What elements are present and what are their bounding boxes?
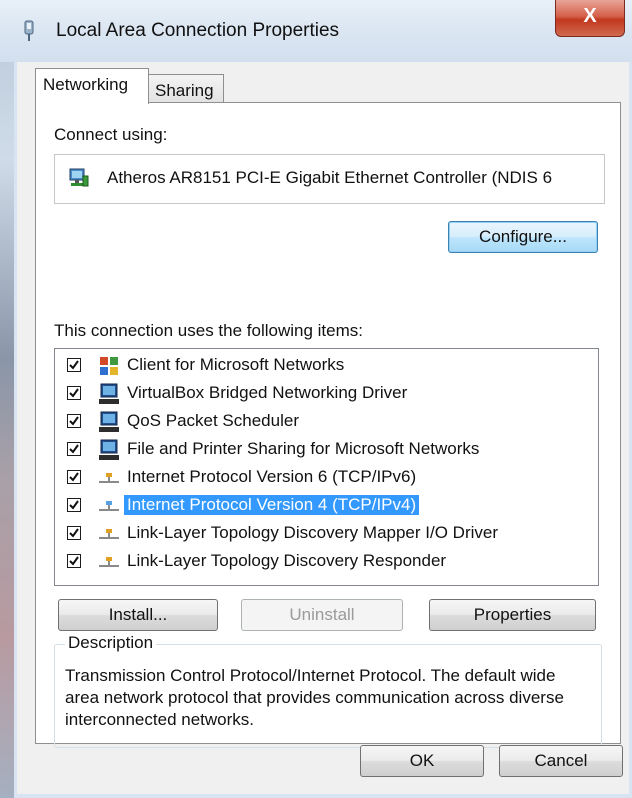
adapter-name: Atheros AR8151 PCI-E Gigabit Ethernet Co… — [107, 168, 553, 187]
item-checkbox[interactable] — [67, 442, 81, 456]
description-text: Transmission Control Protocol/Internet P… — [65, 666, 564, 729]
ok-button[interactable]: OK — [360, 745, 484, 777]
uninstall-button[interactable]: Uninstall — [241, 599, 403, 631]
description-legend: Description — [65, 633, 157, 653]
properties-window: Local Area Connection Properties X Netwo… — [0, 0, 632, 798]
protocol-icon — [99, 529, 119, 539]
item-checkbox[interactable] — [67, 554, 81, 568]
protocol-icon — [99, 473, 119, 483]
item-label: File and Printer Sharing for Microsoft N… — [127, 439, 480, 458]
title-bar[interactable]: Local Area Connection Properties X — [0, 0, 632, 62]
dialog-client-area: Networking Sharing Connect using: Athero… — [17, 62, 629, 794]
item-label: Client for Microsoft Networks — [127, 355, 345, 374]
list-item[interactable]: File and Printer Sharing for Microsoft N… — [55, 436, 598, 463]
item-label: VirtualBox Bridged Networking Driver — [127, 383, 408, 402]
list-item[interactable]: VirtualBox Bridged Networking Driver — [55, 380, 598, 407]
tab-sharing[interactable]: Sharing — [148, 74, 224, 103]
properties-button[interactable]: Properties — [429, 599, 596, 631]
item-checkbox[interactable] — [67, 414, 81, 428]
list-item[interactable]: Client for Microsoft Networks — [55, 352, 598, 379]
background-edge — [0, 0, 14, 798]
network-client-icon — [100, 357, 118, 375]
list-item-selected[interactable]: Internet Protocol Version 4 (TCP/IPv4) — [55, 492, 598, 519]
item-label: Internet Protocol Version 4 (TCP/IPv4) — [124, 495, 420, 515]
configure-button[interactable]: Configure... — [448, 221, 598, 253]
network-adapter-icon — [69, 168, 89, 187]
item-checkbox[interactable] — [67, 498, 81, 512]
description-group: Description Transmission Control Protoco… — [54, 633, 602, 748]
network-service-icon — [99, 383, 119, 404]
tab-networking[interactable]: Networking — [35, 68, 149, 104]
item-checkbox[interactable] — [67, 526, 81, 540]
item-checkbox[interactable] — [67, 386, 81, 400]
item-label: Internet Protocol Version 6 (TCP/IPv6) — [127, 467, 417, 486]
item-label: QoS Packet Scheduler — [127, 411, 299, 430]
components-list[interactable]: Client for Microsoft Networks VirtualBox… — [54, 348, 599, 586]
list-item[interactable]: Link-Layer Topology Discovery Mapper I/O… — [55, 520, 598, 547]
network-service-icon — [99, 439, 119, 460]
install-button[interactable]: Install... — [58, 599, 218, 631]
list-item[interactable]: Internet Protocol Version 6 (TCP/IPv6) — [55, 464, 598, 491]
connect-using-label: Connect using: — [54, 125, 168, 144]
network-adapter-icon — [24, 20, 34, 41]
close-button[interactable]: X — [555, 0, 625, 37]
items-label: This connection uses the following items… — [54, 321, 363, 340]
item-checkbox[interactable] — [67, 358, 81, 372]
list-item[interactable]: Link-Layer Topology Discovery Responder — [55, 548, 598, 575]
protocol-icon — [99, 557, 119, 567]
networking-panel: Connect using: Atheros AR8151 PCI-E Giga… — [35, 102, 621, 748]
window-title: Local Area Connection Properties — [56, 20, 340, 41]
cancel-button[interactable]: Cancel — [499, 745, 623, 777]
item-label: Link-Layer Topology Discovery Responder — [127, 551, 447, 570]
list-item[interactable]: QoS Packet Scheduler — [55, 408, 598, 435]
item-checkbox[interactable] — [67, 470, 81, 484]
adapter-field: Atheros AR8151 PCI-E Gigabit Ethernet Co… — [54, 154, 605, 204]
network-service-icon — [99, 411, 119, 432]
item-label: Link-Layer Topology Discovery Mapper I/O… — [127, 523, 498, 542]
protocol-icon — [99, 501, 119, 511]
